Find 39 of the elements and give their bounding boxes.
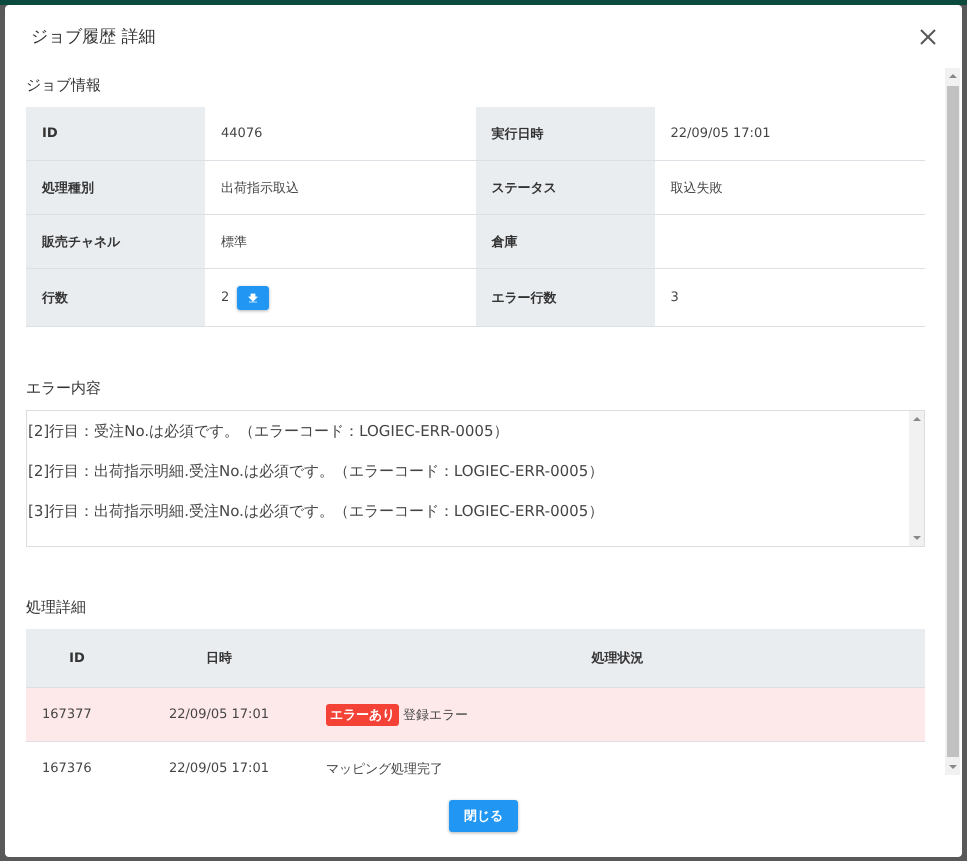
info-label: ステータス bbox=[476, 161, 654, 215]
close-button[interactable]: 閉じる bbox=[449, 800, 518, 832]
status-text: マッピング処理完了 bbox=[326, 760, 443, 775]
section-title: 処理詳細 bbox=[26, 597, 87, 618]
value-text: 出荷指示取込 bbox=[221, 180, 299, 196]
column-header: 日時 bbox=[128, 629, 310, 688]
scroll-up-icon[interactable] bbox=[912, 415, 920, 423]
column-header: 処理状況 bbox=[310, 629, 925, 688]
error-line: [2]行目：受注No.は必須です。（エラーコード：LOGIEC-ERR-0005） bbox=[28, 422, 508, 440]
column-header: ID bbox=[26, 629, 128, 688]
scroll-down-icon[interactable] bbox=[912, 534, 920, 542]
info-label: 行数 bbox=[26, 269, 205, 327]
table-cell: 167376 bbox=[26, 742, 128, 775]
section-title: エラー内容 bbox=[26, 378, 102, 399]
section-title: ジョブ情報 bbox=[26, 75, 102, 96]
error-badge: エラーあり bbox=[326, 704, 399, 726]
value-text: 2 bbox=[221, 290, 230, 305]
value-text: 標準 bbox=[221, 234, 247, 250]
value-text: 22/09/05 17:01 bbox=[670, 126, 770, 141]
info-label: 実行日時 bbox=[476, 107, 654, 161]
table-cell: 22/09/05 17:01 bbox=[128, 742, 310, 775]
error-line: [2]行目：出荷指示明細.受注No.は必須です。（エラーコード：LOGIEC-ERR-0005） bbox=[28, 462, 604, 480]
scroll-down-icon[interactable] bbox=[948, 763, 956, 771]
scroll-up-icon[interactable] bbox=[948, 72, 956, 80]
scrollbar-thumb[interactable] bbox=[946, 86, 958, 757]
value-text: 44076 bbox=[221, 126, 262, 141]
download-icon bbox=[248, 292, 258, 302]
download-button[interactable] bbox=[237, 286, 270, 310]
info-label: エラー行数 bbox=[476, 269, 654, 327]
dialog-title: ジョブ履歴 詳細 bbox=[31, 26, 156, 48]
status-text: 登録エラー bbox=[403, 706, 468, 724]
close-icon[interactable] bbox=[918, 26, 938, 46]
value-text: 取込失敗 bbox=[670, 180, 722, 196]
info-label: 販売チャネル bbox=[26, 215, 205, 269]
error-line: [3]行目：出荷指示明細.受注No.は必須です。（エラーコード：LOGIEC-ERR-0005） bbox=[28, 502, 604, 520]
info-label: 処理種別 bbox=[26, 161, 205, 215]
value-text: 3 bbox=[670, 290, 679, 305]
info-label: 倉庫 bbox=[476, 215, 654, 269]
info-label: ID bbox=[26, 107, 205, 161]
